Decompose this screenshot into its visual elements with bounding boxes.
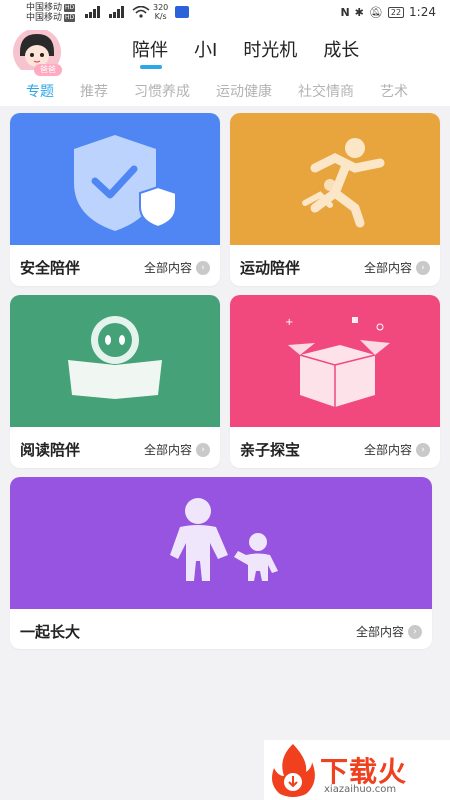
parent-child-icon: [10, 477, 432, 609]
card-more-link[interactable]: 全部内容 ›: [364, 259, 430, 276]
card-treasure-image: +: [230, 295, 440, 427]
subtab-sports-health[interactable]: 运动健康: [216, 81, 272, 101]
signal-icon: [85, 6, 100, 18]
clock: 1:24: [409, 5, 436, 19]
running-people-icon: [230, 113, 440, 245]
card-safety[interactable]: 安全陪伴 全部内容 ›: [10, 113, 220, 286]
app-notification-icon: [175, 6, 189, 18]
card-more-link[interactable]: 全部内容 ›: [144, 259, 210, 276]
card-grow-image: [10, 477, 432, 609]
card-title: 安全陪伴: [20, 259, 81, 277]
tab-growth[interactable]: 成长: [323, 36, 359, 62]
signal-icon-2: [109, 6, 124, 18]
sub-tabs: 专题 推荐 习惯养成 运动健康 社交情商 艺术: [26, 81, 408, 101]
subtab-habits[interactable]: 习惯养成: [134, 81, 190, 101]
card-title: 运动陪伴: [240, 259, 301, 277]
card-title: 阅读陪伴: [20, 441, 81, 459]
shield-check-icon: [10, 113, 220, 245]
watermark-url: xiazaihuo.com: [324, 784, 397, 795]
mute-icon: 🔕︎: [368, 5, 383, 19]
chevron-right-icon: ›: [416, 442, 430, 457]
chevron-right-icon: ›: [196, 260, 210, 275]
flame-logo-icon: [272, 744, 315, 797]
watermark: 下载火 xiazaihuo.com: [264, 740, 450, 800]
card-sports[interactable]: 运动陪伴 全部内容 ›: [230, 113, 440, 286]
chevron-right-icon: ›: [416, 260, 430, 275]
tab-time-machine[interactable]: 时光机: [243, 36, 297, 62]
robot-book-icon: [10, 295, 220, 427]
carrier-info: 中国移动 HD 中国移动 HD: [26, 3, 76, 23]
subtab-social-eq[interactable]: 社交情商: [298, 81, 354, 101]
avatar-badge: 爸爸: [34, 64, 62, 76]
tab-companion[interactable]: 陪伴: [132, 36, 168, 69]
tab-xiao-i[interactable]: 小I: [194, 36, 217, 62]
chevron-right-icon: ›: [196, 442, 210, 457]
status-bar: 中国移动 HD 中国移动 HD 320 K/s N ✱ 🔕︎ 22 1:24: [0, 0, 450, 26]
battery-icon: 22: [387, 6, 405, 18]
wifi-icon: [132, 6, 150, 18]
carrier-1: 中国移动: [26, 3, 63, 13]
card-more-link[interactable]: 全部内容 ›: [144, 441, 210, 458]
status-right: N ✱ 🔕︎ 22 1:24: [340, 5, 436, 19]
card-grow-together[interactable]: 一起长大 全部内容 ›: [10, 477, 432, 649]
card-reading-image: [10, 295, 220, 427]
gift-box-icon: +: [230, 295, 440, 427]
chevron-right-icon: ›: [408, 624, 422, 639]
card-sports-image: [230, 113, 440, 245]
network-speed: 320 K/s: [153, 3, 169, 21]
card-reading[interactable]: 阅读陪伴 全部内容 ›: [10, 295, 220, 468]
subtab-art[interactable]: 艺术: [380, 81, 408, 101]
subtab-topics[interactable]: 专题: [26, 81, 54, 101]
main-tabs: 陪伴 小I 时光机 成长: [132, 36, 359, 69]
subtab-recommend[interactable]: 推荐: [80, 81, 108, 101]
bluetooth-icon: ✱: [354, 5, 364, 19]
nfc-icon: N: [340, 5, 350, 19]
card-safety-image: [10, 113, 220, 245]
carrier-2: 中国移动: [26, 13, 63, 23]
header: 爸爸 陪伴 小I 时光机 成长 专题 推荐 习惯养成 运动健康 社交情商 艺术: [0, 26, 450, 106]
card-title: 亲子探宝: [240, 441, 301, 459]
svg-text:+: +: [285, 317, 293, 328]
card-more-link[interactable]: 全部内容 ›: [364, 441, 430, 458]
card-treasure[interactable]: + 亲子探宝 全部内容 ›: [230, 295, 440, 468]
card-more-link[interactable]: 全部内容 ›: [356, 623, 422, 640]
card-title: 一起长大: [20, 623, 81, 641]
avatar[interactable]: 爸爸: [12, 28, 62, 76]
